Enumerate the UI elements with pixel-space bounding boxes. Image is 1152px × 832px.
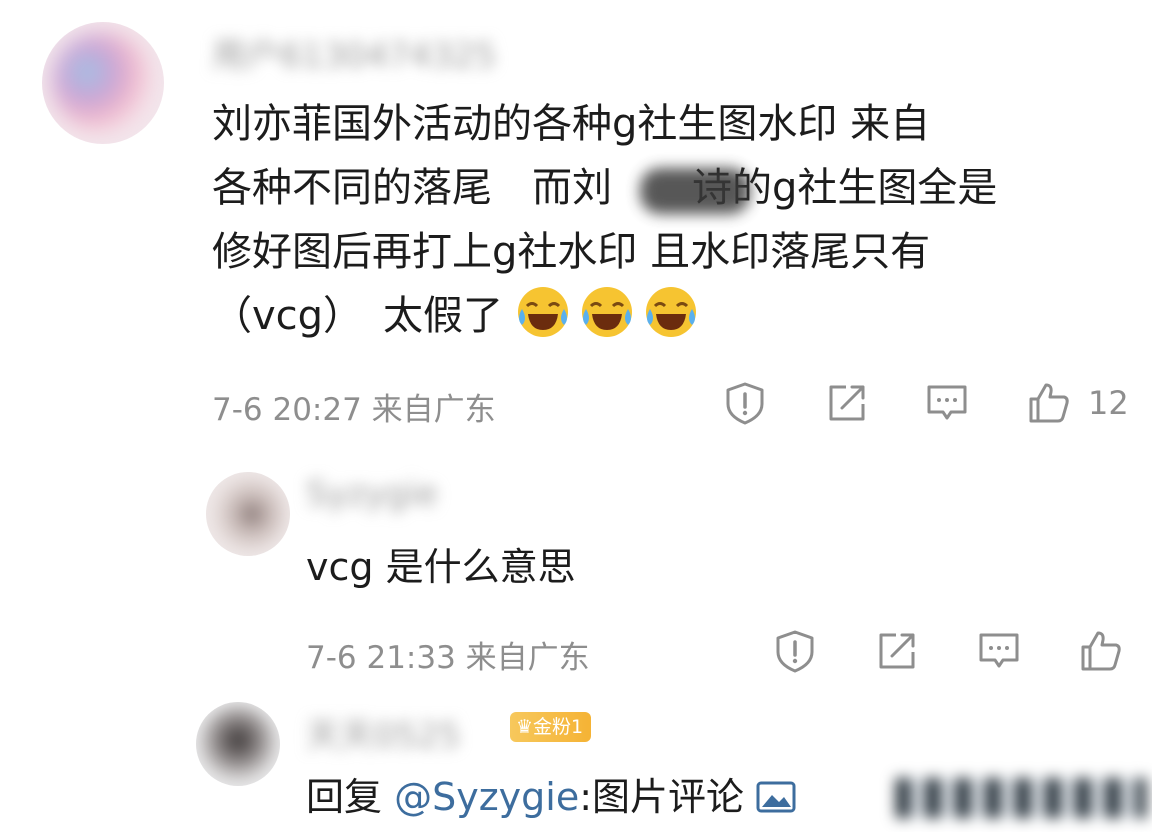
comment-meta: 7-6 20:27 来自广东 bbox=[212, 392, 496, 428]
avatar[interactable] bbox=[42, 22, 164, 144]
like-count: 12 bbox=[1088, 384, 1129, 422]
laugh-cry-emoji bbox=[644, 285, 698, 339]
image-icon[interactable] bbox=[756, 774, 796, 813]
comment-icon[interactable] bbox=[924, 380, 970, 426]
comment-line: 刘亦菲国外活动的各种g社生图水印 来自 bbox=[212, 101, 931, 147]
avatar[interactable] bbox=[206, 472, 290, 556]
reply-meta: 7-6 21:33 来自广东 bbox=[306, 640, 590, 676]
report-icon[interactable] bbox=[772, 628, 818, 674]
like-icon[interactable] bbox=[1026, 380, 1072, 426]
fan-badge: ♛金粉1 bbox=[510, 712, 592, 742]
like-icon[interactable] bbox=[1078, 628, 1124, 674]
image-preview[interactable] bbox=[896, 778, 1146, 818]
laugh-cry-emoji bbox=[516, 285, 570, 339]
comment-icon[interactable] bbox=[976, 628, 1022, 674]
comment-text: 刘亦菲国外活动的各种g社生图水印 来自 各种不同的落尾 而刘 诗的g社生图全是 … bbox=[212, 92, 997, 348]
reply-text: 回复 @Syzygie:图片评论 bbox=[306, 770, 796, 824]
username[interactable]: Syzygie bbox=[306, 474, 438, 514]
username[interactable]: 天天0525 bbox=[306, 708, 461, 757]
username[interactable]: 用户6130474325 bbox=[212, 28, 496, 77]
avatar[interactable] bbox=[196, 702, 280, 786]
report-icon[interactable] bbox=[722, 380, 768, 426]
comment-line: 各种不同的落尾 而刘 诗的g社生图全是 bbox=[212, 165, 998, 211]
laugh-cry-emoji bbox=[580, 285, 634, 339]
share-icon[interactable] bbox=[824, 380, 870, 426]
comment-line: 修好图后再打上g社水印 且水印落尾只有 bbox=[212, 229, 931, 275]
crown-icon: ♛ bbox=[516, 716, 534, 738]
mention-link[interactable]: @Syzygie bbox=[394, 775, 579, 819]
share-icon[interactable] bbox=[874, 628, 920, 674]
comment-line: （vcg） 太假了 bbox=[212, 284, 997, 348]
redaction-mark bbox=[640, 168, 750, 214]
reply-text: vcg 是什么意思 bbox=[306, 545, 576, 589]
